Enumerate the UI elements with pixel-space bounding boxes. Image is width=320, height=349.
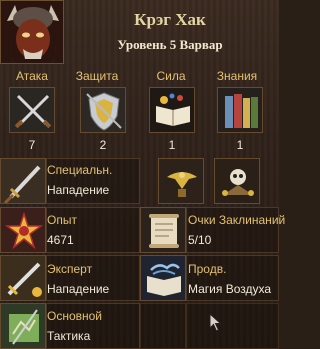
tactics-skill-level: Основной <box>47 309 103 323</box>
spellbook-icon <box>150 88 194 132</box>
hero-name: Крэг Хак <box>134 10 206 29</box>
power-skill-button[interactable] <box>149 87 195 133</box>
specialty-title: Специальн. <box>47 163 113 177</box>
star-badge-icon <box>1 208 45 252</box>
defense-label: Защита <box>75 69 119 83</box>
defense-skill-button[interactable] <box>80 87 126 133</box>
hero-screen: Крэг Хак Уровень 5 Варвар Атака Защита С… <box>0 0 285 349</box>
power-label: Сила <box>156 69 186 83</box>
air-magic-skill-level: Продв. <box>188 262 227 276</box>
knowledge-value: 1 <box>236 138 244 152</box>
spell-points-title: Очки Заклинаний <box>188 213 286 227</box>
scroll-icon <box>141 208 185 252</box>
luck-button[interactable] <box>214 158 260 204</box>
air-magic-skill-button[interactable] <box>140 255 186 301</box>
attack-skill-button[interactable] <box>9 87 55 133</box>
spell-points-button[interactable] <box>140 207 186 253</box>
spell-points-value: 5/10 <box>188 233 212 247</box>
orc-barbarian-portrait-icon <box>1 1 63 63</box>
empty-skill-slot[interactable] <box>140 303 186 349</box>
hero-level-class: Уровень 5 Варвар <box>117 37 223 52</box>
sword-icon <box>1 159 45 203</box>
mouse-cursor-icon <box>209 313 222 332</box>
hero-portrait[interactable] <box>0 0 64 64</box>
morale-button[interactable] <box>158 158 204 204</box>
offense-skill-name: Нападение <box>47 282 110 296</box>
experience-value: 4671 <box>47 233 74 247</box>
skull-tent-icon <box>215 159 259 203</box>
attack-value: 7 <box>28 138 36 152</box>
crossed-swords-icon <box>10 88 54 132</box>
power-value: 1 <box>168 138 176 152</box>
attack-label: Атака <box>16 69 48 83</box>
knowledge-skill-button[interactable] <box>217 87 263 133</box>
defense-value: 2 <box>99 138 107 152</box>
shield-icon <box>81 88 125 132</box>
experience-title: Опыт <box>47 213 77 227</box>
tactics-map-icon <box>1 304 45 348</box>
eagle-banner-icon <box>159 159 203 203</box>
books-icon <box>218 88 262 132</box>
experience-button[interactable] <box>0 207 46 253</box>
tactics-skill-button[interactable] <box>0 303 46 349</box>
knowledge-label: Знания <box>216 69 258 83</box>
specialty-button[interactable] <box>0 158 46 204</box>
air-magic-icon <box>141 256 185 300</box>
offense-skill-level: Эксперт <box>47 262 93 276</box>
offense-skill-icon <box>1 256 45 300</box>
specialty-value: Нападение <box>47 183 110 197</box>
offense-skill-button[interactable] <box>0 255 46 301</box>
air-magic-skill-name: Магия Воздуха <box>188 282 272 296</box>
tactics-skill-name: Тактика <box>47 329 91 343</box>
empty-skill-info <box>186 303 279 349</box>
